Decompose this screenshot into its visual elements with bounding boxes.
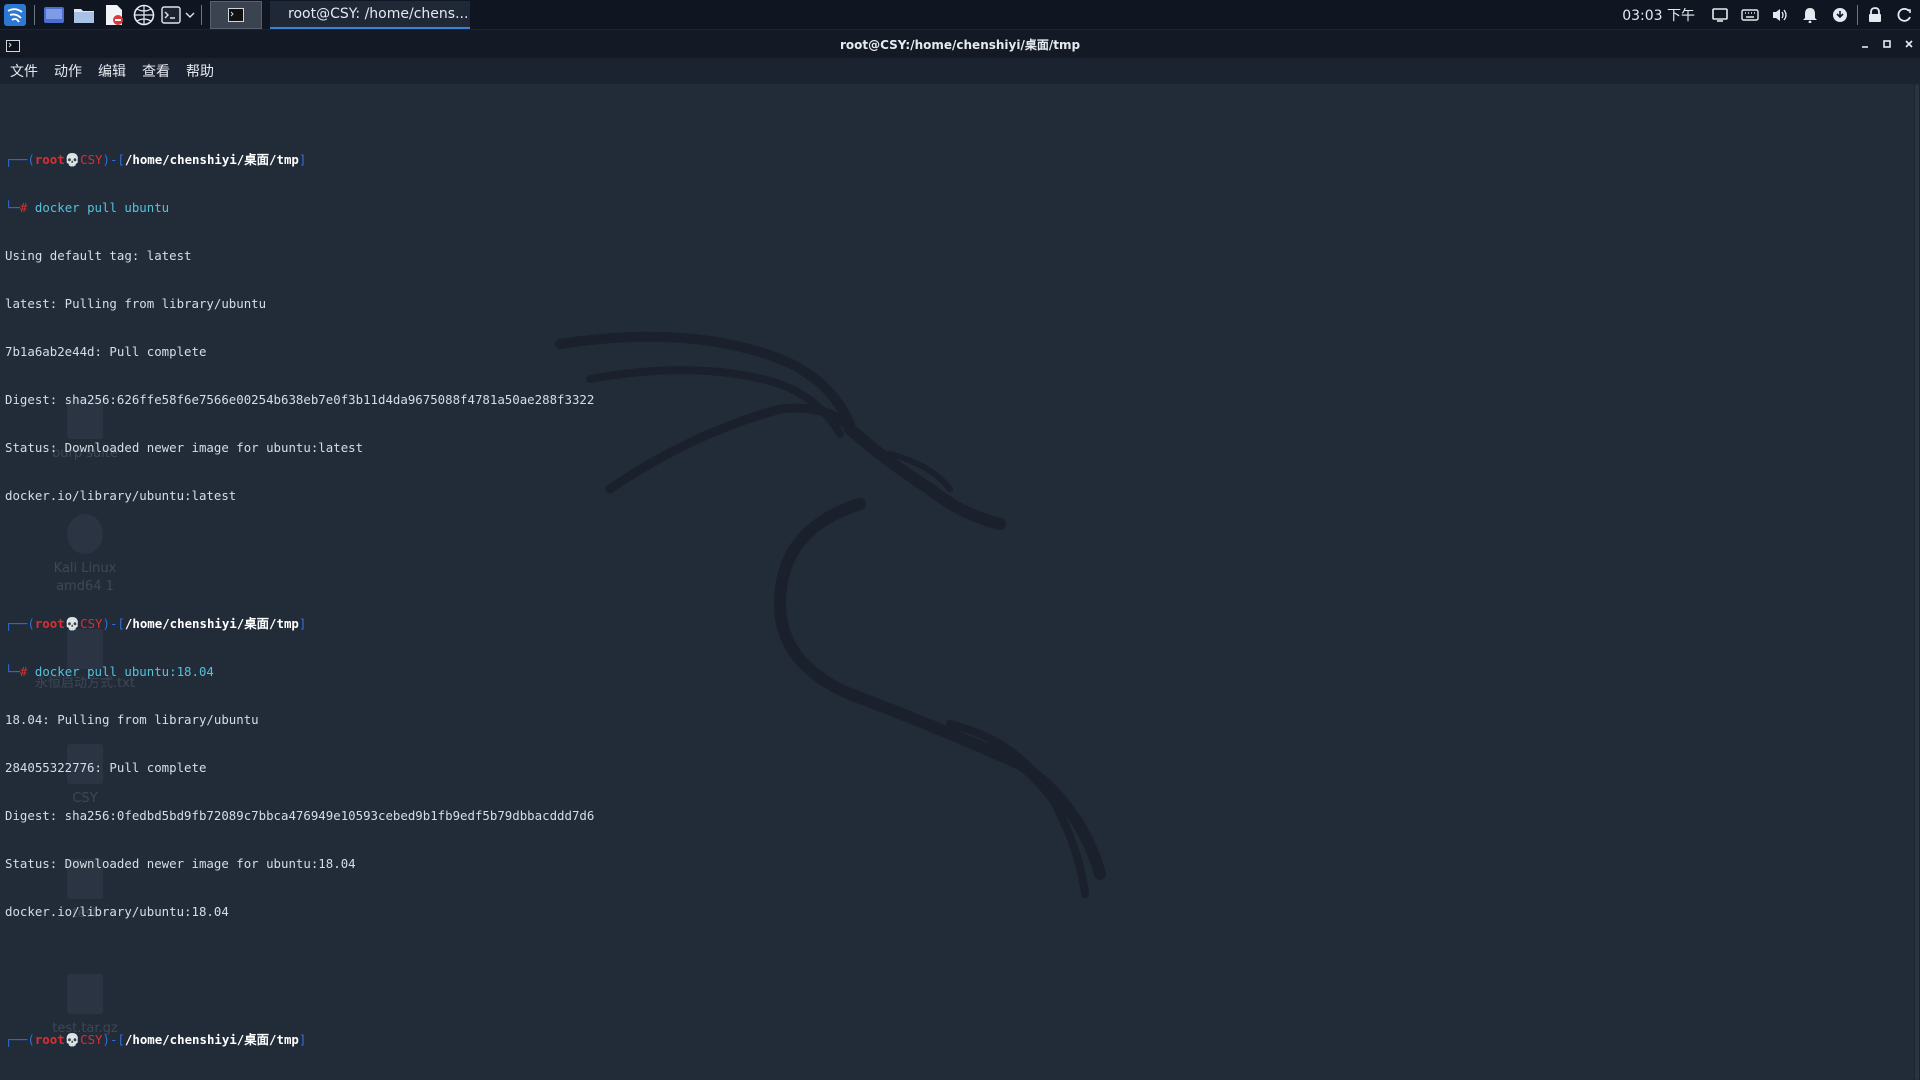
window-title: root@CSY:/home/chenshiyi/桌面/tmp	[839, 37, 1081, 52]
top-panel: root@CSY: /home/chens... 03:03 下午	[0, 0, 1920, 30]
terminal-area[interactable]: burp suite Kali Linux amd64 1 永恒启动方式.txt…	[0, 84, 1914, 1080]
output-line: Digest: sha256:0fedbd5bd9fb72089c7bbca47…	[5, 808, 595, 823]
output-line: Status: Downloaded newer image for ubunt…	[5, 440, 364, 455]
show-desktop-icon[interactable]	[39, 0, 69, 30]
output-line: Digest: sha256:626ffe58f6e7566e00254b638…	[5, 392, 595, 407]
terminal-output[interactable]: ┌──(root💀CSY)-[/home/chenshiyi/桌面/tmp] └…	[5, 104, 594, 1080]
prompt-line: ┌──(root💀CSY)-[/home/chenshiyi/桌面/tmp]	[5, 1032, 307, 1047]
menu-edit[interactable]: 编辑	[92, 61, 132, 81]
keyboard-icon[interactable]	[1735, 0, 1765, 30]
window-controls	[1854, 30, 1920, 58]
menu-file[interactable]: 文件	[4, 61, 44, 81]
web-browser-icon[interactable]	[129, 0, 159, 30]
panel-separator	[34, 4, 35, 25]
output-line: docker.io/library/ubuntu:18.04	[5, 904, 229, 919]
output-line: docker.io/library/ubuntu:latest	[5, 488, 237, 503]
menu-help[interactable]: 帮助	[180, 61, 220, 81]
output-line: 18.04: Pulling from library/ubuntu	[5, 712, 259, 727]
logout-icon[interactable]	[1890, 0, 1920, 30]
tray-separator	[1857, 5, 1858, 25]
scrollbar-thumb[interactable]	[1915, 84, 1919, 1080]
menubar: 文件 动作 编辑 查看 帮助	[0, 58, 1920, 84]
output-line: 7b1a6ab2e44d: Pull complete	[5, 344, 207, 359]
prompt-line: ┌──(root💀CSY)-[/home/chenshiyi/桌面/tmp]	[5, 616, 307, 631]
prompt-line: ┌──(root💀CSY)-[/home/chenshiyi/桌面/tmp]	[5, 152, 307, 167]
output-line: Status: Downloaded newer image for ubunt…	[5, 856, 356, 871]
panel-launchers: root@CSY: /home/chens...	[0, 0, 470, 30]
chevron-down-icon[interactable]	[183, 0, 197, 30]
terminal-scrollbar[interactable]	[1914, 84, 1920, 1080]
kali-dragon-watermark	[555, 331, 1106, 898]
taskbar-terminal-label: root@CSY: /home/chens...	[288, 5, 469, 22]
output-line: latest: Pulling from library/ubuntu	[5, 296, 267, 311]
terminal-icon[interactable]	[6, 37, 20, 56]
output-line: 284055322776: Pull complete	[5, 760, 207, 775]
network-icon[interactable]	[1825, 0, 1855, 30]
output-line: Using default tag: latest	[5, 248, 192, 263]
minimize-button[interactable]	[1854, 30, 1876, 58]
window-titlebar[interactable]: root@CSY:/home/chenshiyi/桌面/tmp	[0, 30, 1920, 58]
system-tray: 03:03 下午	[1622, 0, 1920, 30]
text-editor-icon[interactable]	[99, 0, 129, 30]
maximize-button[interactable]	[1876, 30, 1898, 58]
notifications-icon[interactable]	[1795, 0, 1825, 30]
display-icon[interactable]	[1705, 0, 1735, 30]
lock-screen-icon[interactable]	[1860, 0, 1890, 30]
clock[interactable]: 03:03 下午	[1622, 5, 1695, 25]
close-button[interactable]	[1898, 30, 1920, 58]
command-line: └─# docker pull ubuntu	[5, 200, 170, 215]
menu-view[interactable]: 查看	[136, 61, 176, 81]
workspace-button[interactable]	[210, 0, 262, 29]
file-manager-icon[interactable]	[69, 0, 99, 30]
menu-actions[interactable]: 动作	[48, 61, 88, 81]
taskbar-terminal-button[interactable]: root@CSY: /home/chens...	[270, 0, 470, 29]
command-line: └─# docker pull ubuntu:18.04	[5, 664, 214, 679]
kali-menu-icon[interactable]	[0, 0, 30, 30]
panel-separator	[201, 4, 202, 25]
terminal-launcher-icon[interactable]	[159, 0, 183, 30]
volume-icon[interactable]	[1765, 0, 1795, 30]
